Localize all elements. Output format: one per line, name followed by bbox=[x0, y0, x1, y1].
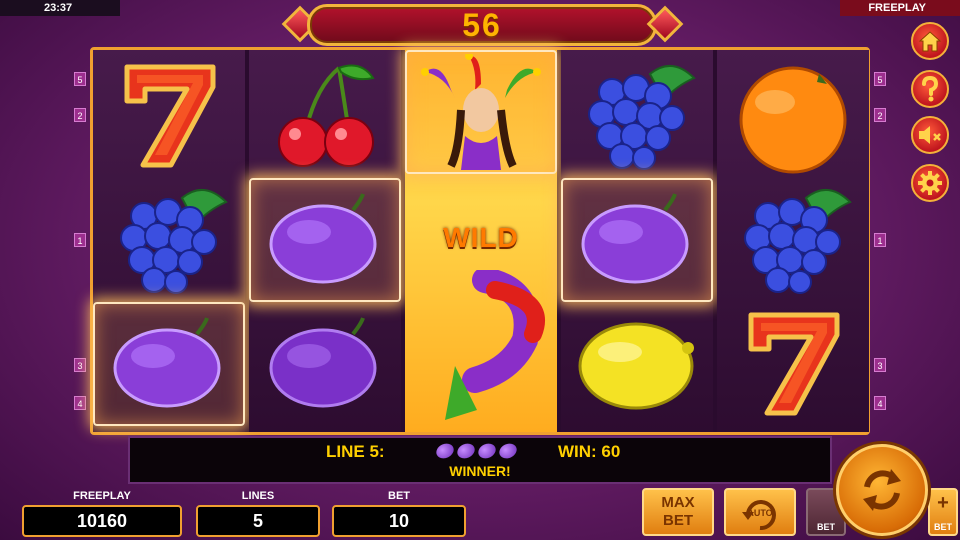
home-button[interactable] bbox=[911, 22, 949, 60]
symbol-plum-highlighted bbox=[561, 178, 713, 302]
symbol-seven bbox=[93, 54, 245, 178]
symbol-plum-highlighted bbox=[249, 178, 401, 302]
credits-value: 10160 bbox=[22, 505, 182, 537]
line-marker-right-3[interactable]: 3 bbox=[874, 358, 886, 372]
win-amount: WIN: 60 bbox=[558, 442, 621, 461]
wild-label: WILD bbox=[443, 222, 519, 253]
counter-display: 56 bbox=[307, 4, 657, 46]
symbol-lemon bbox=[561, 302, 713, 426]
spin-button[interactable] bbox=[836, 444, 928, 536]
help-icon bbox=[922, 76, 939, 102]
plum-icon bbox=[475, 440, 499, 462]
plus-icon: + bbox=[937, 492, 949, 514]
settings-icon bbox=[918, 171, 942, 195]
lines-label: LINES bbox=[241, 490, 275, 502]
bet-up-label: BET bbox=[934, 522, 952, 532]
clock: 23:37 bbox=[0, 0, 120, 16]
line-label: LINE 5: bbox=[326, 442, 385, 461]
sound-muted-icon bbox=[919, 126, 941, 144]
spin-icon bbox=[863, 469, 901, 511]
line-marker-right-1[interactable]: 1 bbox=[874, 233, 886, 247]
symbol-joker-highlighted bbox=[405, 50, 557, 174]
credits-label: FREEPLAY bbox=[73, 490, 131, 502]
win-info-bar: LINE 5: WIN: 60 WINNER! bbox=[128, 436, 832, 484]
line-marker-left-4[interactable]: 4 bbox=[74, 396, 86, 410]
auto-label: AUTO bbox=[747, 508, 773, 518]
line-marker-left-2[interactable]: 2 bbox=[74, 108, 86, 122]
symbol-grapes bbox=[93, 178, 245, 302]
reel-2 bbox=[249, 50, 401, 432]
reel-grid: WILD bbox=[90, 47, 870, 435]
line-marker-right-4[interactable]: 4 bbox=[874, 396, 886, 410]
symbol-cherries bbox=[249, 54, 401, 178]
bet-label: BET bbox=[388, 490, 410, 502]
bet-value[interactable]: 10 bbox=[332, 505, 466, 537]
joker-legs-icon bbox=[445, 270, 545, 420]
reel-3-wild: WILD bbox=[405, 50, 557, 432]
counter-value: 56 bbox=[462, 7, 502, 43]
winning-symbols bbox=[433, 440, 520, 462]
home-icon bbox=[918, 31, 942, 52]
reel-4 bbox=[561, 50, 713, 432]
sound-button[interactable] bbox=[911, 116, 949, 154]
bet-down-label: BET bbox=[817, 522, 835, 532]
line-marker-right-5[interactable]: 5 bbox=[874, 72, 886, 86]
reel-1 bbox=[93, 50, 245, 432]
settings-button[interactable] bbox=[911, 164, 949, 202]
symbol-orange bbox=[717, 54, 869, 178]
winner-status: WINNER! bbox=[449, 463, 511, 479]
lines-value[interactable]: 5 bbox=[196, 505, 320, 537]
mode-badge: FREEPLAY bbox=[840, 0, 960, 16]
line-marker-right-2[interactable]: 2 bbox=[874, 108, 886, 122]
plum-icon bbox=[496, 440, 520, 462]
symbol-grapes bbox=[717, 178, 869, 302]
line-marker-left-5[interactable]: 5 bbox=[74, 72, 86, 86]
line-marker-left-1[interactable]: 1 bbox=[74, 233, 86, 247]
help-button[interactable] bbox=[911, 70, 949, 108]
reel-5 bbox=[717, 50, 869, 432]
max-bet-label-line1: MAX bbox=[661, 494, 695, 511]
auto-spin-button[interactable]: AUTO bbox=[724, 488, 796, 536]
symbol-plum-highlighted bbox=[93, 302, 245, 426]
plum-icon bbox=[433, 440, 457, 462]
max-bet-button[interactable]: MAX BET bbox=[642, 488, 714, 536]
line-marker-left-3[interactable]: 3 bbox=[74, 358, 86, 372]
free-spins-counter: 56 bbox=[281, 4, 684, 46]
bet-up-button[interactable]: + BET bbox=[928, 488, 958, 536]
plum-icon bbox=[454, 440, 478, 462]
symbol-grapes bbox=[561, 54, 713, 178]
symbol-plum bbox=[249, 302, 401, 426]
symbol-seven bbox=[717, 302, 869, 426]
max-bet-label-line2: BET bbox=[663, 512, 693, 529]
